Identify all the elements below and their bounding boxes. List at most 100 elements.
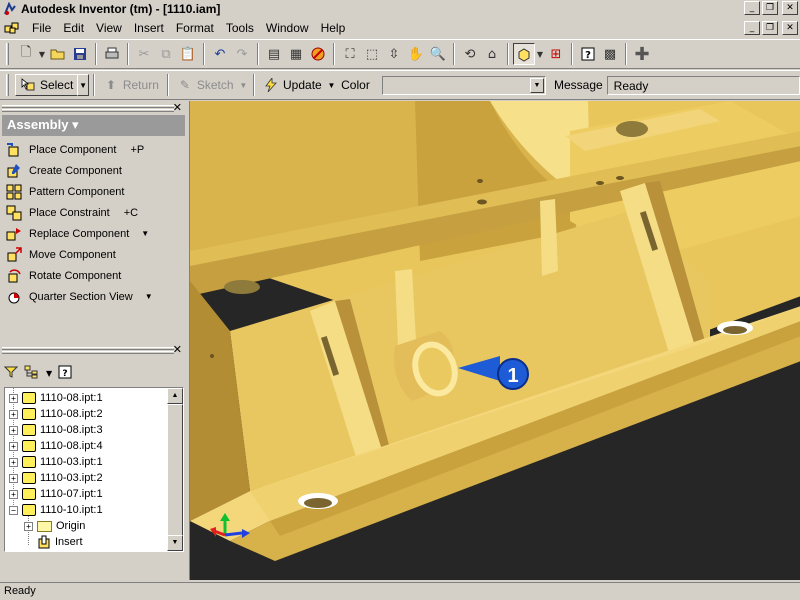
help-icon[interactable]: ? [577,43,599,65]
hierarchy-icon[interactable] [24,365,40,382]
display-dropdown-icon[interactable]: ▼ [535,43,545,65]
tree-item[interactable]: Insert [37,534,83,550]
pattern-component-command[interactable]: Pattern Component [6,181,184,202]
scroll-thumb[interactable] [167,404,183,536]
pan-icon[interactable]: ✋ [405,43,427,65]
tree-item[interactable]: + 1110-08.ipt:4 [9,438,103,454]
move-component-command[interactable]: Move Component [6,244,184,265]
look-at-icon[interactable]: ⌂ [481,43,503,65]
zoom-selected-icon[interactable]: 🔍 [427,43,449,65]
add-toolbar-icon[interactable]: ✚ [631,43,653,65]
bom-icon[interactable]: ▦ [285,43,307,65]
zoom-window-icon[interactable]: ⬚ [361,43,383,65]
zoom-icon[interactable]: ⇳ [383,43,405,65]
scroll-up-icon[interactable]: ▲ [167,388,183,404]
create-component-command[interactable]: Create Component [6,160,184,181]
color-dropdown-arrow-icon[interactable]: ▼ [529,77,544,93]
menu-tools[interactable]: Tools [220,21,260,35]
menu-help[interactable]: Help [315,21,352,35]
assembly-panel-header[interactable]: Assembly ▾ [2,115,185,136]
return-button[interactable]: ⬆ Return [99,74,163,96]
graphics-viewport[interactable]: 1 [189,101,800,580]
view-dropdown-icon[interactable]: ▼ [46,369,52,378]
minimize-button[interactable]: _ [744,1,760,15]
browser-help-icon[interactable]: ? [58,365,72,382]
expand-icon[interactable]: + [9,441,18,451]
design-assistant-icon[interactable]: ▩ [599,43,621,65]
panel-close-icon[interactable]: ✕ [173,101,182,114]
copy-icon[interactable]: ⧉ [155,43,177,65]
update-dropdown[interactable]: ▼ [326,74,337,96]
paste-icon[interactable]: 📋 [177,43,199,65]
expand-icon[interactable]: + [24,521,33,531]
doc-close-button[interactable]: ✕ [782,21,798,35]
shaded-display-icon[interactable] [513,43,535,65]
menu-format[interactable]: Format [170,21,220,35]
toolbar-grip[interactable] [6,43,9,65]
menu-edit[interactable]: Edit [57,21,90,35]
tree-item[interactable]: + 1110-03.ipt:1 [9,454,103,470]
menu-insert[interactable]: Insert [128,21,170,35]
rotate-icon[interactable]: ⟲ [459,43,481,65]
no-section-icon[interactable] [307,43,329,65]
expand-icon[interactable]: + [9,489,18,499]
update-mass-icon[interactable]: ▤ [263,43,285,65]
replace-component-command[interactable]: Replace Component ▼ [6,223,184,244]
place-constraint-command[interactable]: Place Constraint +C [6,202,184,223]
color-combo[interactable]: ▼ [381,75,546,95]
tree-scrollbar[interactable]: ▲ ▼ [167,388,183,551]
new-file-icon[interactable]: 🗋 [15,43,37,65]
tree-item[interactable]: + Origin [24,518,85,534]
expand-icon[interactable]: + [9,409,18,419]
panel-grip[interactable] [2,109,174,112]
cut-icon[interactable]: ✂ [133,43,155,65]
filter-icon[interactable] [3,365,19,382]
perspective-icon[interactable]: ⊞ [545,43,567,65]
quarter-section-view-command[interactable]: Quarter Section View ▼ [6,286,184,307]
menu-file[interactable]: File [26,21,57,35]
sketch-button[interactable]: ✎ Sketch [173,74,238,96]
assembly-document-icon[interactable] [4,21,20,35]
doc-minimize-button[interactable]: _ [744,21,760,35]
tree-item[interactable]: + 1110-08.ipt:1 [9,390,103,406]
save-icon[interactable] [69,43,91,65]
assembly-model[interactable]: 1 [190,101,800,580]
expand-icon[interactable]: + [9,457,18,467]
new-dropdown-icon[interactable]: ▼ [37,43,47,65]
menu-window[interactable]: Window [260,21,315,35]
menu-view[interactable]: View [90,21,128,35]
tree-item[interactable]: − 1110-10.ipt:1 [9,502,103,518]
browser-close-icon[interactable]: ✕ [173,343,182,356]
rotate-component-command[interactable]: Rotate Component [6,265,184,286]
panel-grip[interactable] [2,347,174,350]
tree-item[interactable]: + 1110-08.ipt:3 [9,422,103,438]
doc-restore-button[interactable]: ❐ [762,21,778,35]
open-folder-icon[interactable] [47,43,69,65]
close-button[interactable]: ✕ [782,1,798,15]
tree-item[interactable]: + 1110-03.ipt:2 [9,470,103,486]
collapse-icon[interactable]: − [9,505,18,515]
sketch-dropdown[interactable]: ▼ [238,74,249,96]
zoom-all-icon[interactable]: ⛶ [339,43,361,65]
scroll-down-icon[interactable]: ▼ [167,535,183,551]
update-button[interactable]: Update [259,74,326,96]
expand-icon[interactable]: + [9,473,18,483]
tree-item[interactable]: + 1110-08.ipt:2 [9,406,103,422]
place-component-icon [6,142,22,158]
toolbar-grip[interactable] [6,74,9,96]
expand-icon[interactable]: + [9,425,18,435]
print-icon[interactable] [101,43,123,65]
redo-icon[interactable]: ↷ [231,43,253,65]
restore-button[interactable]: ❐ [762,1,778,15]
undo-icon[interactable]: ↶ [209,43,231,65]
panel-grip[interactable] [2,351,174,354]
tree-item[interactable]: + 1110-07.ipt:1 [9,486,103,502]
panel-grip[interactable] [2,105,174,108]
expand-icon[interactable]: + [9,393,18,403]
toolbar-separator [625,43,627,65]
select-dropdown[interactable]: ▼ [77,74,89,96]
quarter-section-view-more[interactable]: ▼ [145,292,153,301]
place-component-command[interactable]: Place Component +P [6,139,184,160]
select-button[interactable]: Select [14,74,79,96]
replace-component-more[interactable]: ▼ [141,229,149,238]
